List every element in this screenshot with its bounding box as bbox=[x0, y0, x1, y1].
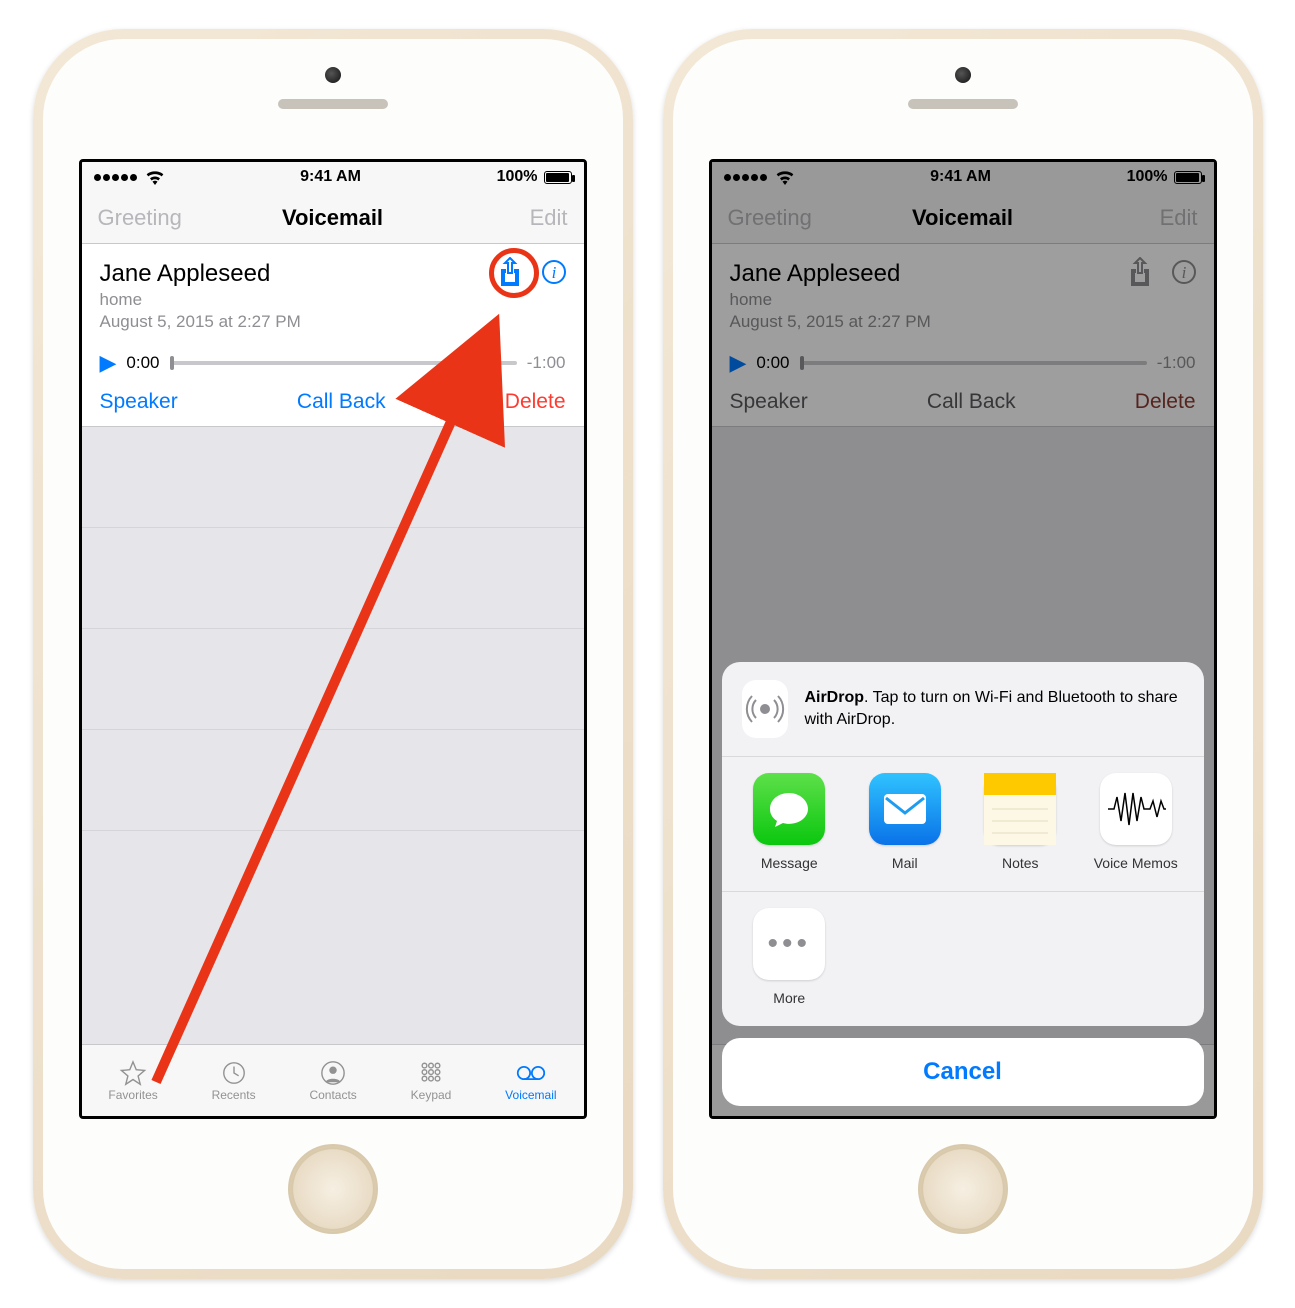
scrubber[interactable] bbox=[170, 361, 517, 365]
phone-body: 9:41 AM 100% Greeting Voicemail Edit Jan… bbox=[43, 39, 623, 1269]
front-camera bbox=[325, 67, 341, 83]
battery-pct: 100% bbox=[497, 168, 538, 186]
clock-icon bbox=[219, 1060, 249, 1086]
home-button[interactable] bbox=[918, 1144, 1008, 1234]
voicememos-app-icon bbox=[1100, 773, 1172, 845]
notes-app-icon bbox=[984, 773, 1056, 845]
tab-favorites[interactable]: Favorites bbox=[108, 1060, 157, 1102]
playback-controls: ▶ 0:00 -1:00 bbox=[100, 350, 566, 376]
status-bar: 9:41 AM 100% bbox=[82, 162, 584, 192]
page-title: Voicemail bbox=[282, 205, 383, 231]
annotation-circle bbox=[489, 248, 539, 298]
elapsed-time: 0:00 bbox=[126, 353, 159, 373]
share-apps-row: Message Mail Notes bbox=[722, 757, 1204, 892]
voicemail-icon bbox=[516, 1060, 546, 1086]
voicemail-date: August 5, 2015 at 2:27 PM bbox=[100, 312, 566, 332]
share-sheet: AirDrop. Tap to turn on Wi-Fi and Blueto… bbox=[722, 662, 1204, 1106]
earpiece bbox=[908, 99, 1018, 109]
status-time: 9:41 AM bbox=[300, 168, 361, 186]
play-icon[interactable]: ▶ bbox=[100, 350, 117, 376]
edit-button[interactable]: Edit bbox=[478, 205, 568, 231]
earpiece bbox=[278, 99, 388, 109]
share-more[interactable]: ••• More bbox=[732, 908, 848, 1006]
phone-body: 9:41 AM 100% Greeting Voicemail Edit Jan… bbox=[673, 39, 1253, 1269]
share-message[interactable]: Message bbox=[732, 773, 848, 871]
cancel-button[interactable]: Cancel bbox=[722, 1038, 1204, 1106]
battery-icon bbox=[544, 171, 572, 184]
share-voicememos[interactable]: Voice Memos bbox=[1078, 773, 1194, 871]
share-mail[interactable]: Mail bbox=[847, 773, 963, 871]
tab-contacts[interactable]: Contacts bbox=[309, 1060, 356, 1102]
airdrop-row[interactable]: AirDrop. Tap to turn on Wi-Fi and Blueto… bbox=[722, 662, 1204, 757]
info-icon[interactable]: i bbox=[540, 258, 568, 286]
tab-keypad[interactable]: Keypad bbox=[411, 1060, 452, 1102]
callback-button[interactable]: Call Back bbox=[297, 390, 386, 414]
message-app-icon bbox=[753, 773, 825, 845]
keypad-icon bbox=[416, 1060, 446, 1086]
tab-voicemail[interactable]: Voicemail bbox=[505, 1060, 556, 1102]
share-notes[interactable]: Notes bbox=[963, 773, 1079, 871]
tab-bar: Favorites Recents Contacts Keypad Voicem… bbox=[82, 1044, 584, 1116]
greeting-button[interactable]: Greeting bbox=[98, 205, 188, 231]
screen-left: 9:41 AM 100% Greeting Voicemail Edit Jan… bbox=[79, 159, 587, 1119]
nav-bar: Greeting Voicemail Edit bbox=[82, 192, 584, 244]
delete-button[interactable]: Delete bbox=[505, 390, 566, 414]
airdrop-text: AirDrop. Tap to turn on Wi-Fi and Blueto… bbox=[804, 687, 1183, 730]
phone-left: 9:41 AM 100% Greeting Voicemail Edit Jan… bbox=[33, 29, 633, 1279]
airdrop-icon bbox=[742, 680, 789, 738]
svg-text:i: i bbox=[551, 263, 556, 282]
home-button[interactable] bbox=[288, 1144, 378, 1234]
signal-dots-icon bbox=[94, 168, 139, 186]
remaining-time: -1:00 bbox=[527, 353, 566, 373]
mail-app-icon bbox=[869, 773, 941, 845]
voicemail-row[interactable]: Jane Appleseed home August 5, 2015 at 2:… bbox=[82, 244, 584, 427]
phone-right: 9:41 AM 100% Greeting Voicemail Edit Jan… bbox=[663, 29, 1263, 1279]
wifi-icon bbox=[145, 170, 165, 185]
star-icon bbox=[118, 1060, 148, 1086]
tab-recents[interactable]: Recents bbox=[212, 1060, 256, 1102]
screen-right: 9:41 AM 100% Greeting Voicemail Edit Jan… bbox=[709, 159, 1217, 1119]
front-camera bbox=[955, 67, 971, 83]
share-actions-row: ••• More bbox=[722, 892, 1204, 1026]
voicemail-label: home bbox=[100, 290, 566, 310]
list-background bbox=[82, 427, 584, 1044]
speaker-button[interactable]: Speaker bbox=[100, 390, 178, 414]
contact-icon bbox=[318, 1060, 348, 1086]
more-icon: ••• bbox=[753, 908, 825, 980]
